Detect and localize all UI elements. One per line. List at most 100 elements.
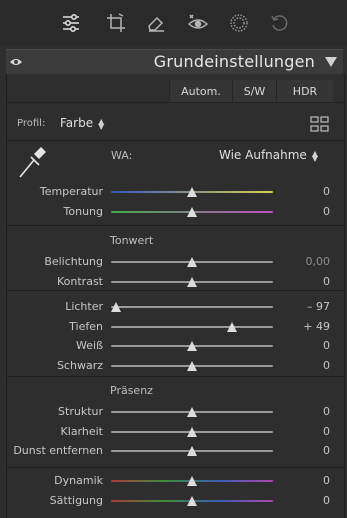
panel-title: Grundeinstellungen (153, 52, 315, 71)
slider-value[interactable]: 0 (270, 205, 330, 218)
slider-track-lichter[interactable] (110, 302, 273, 312)
slider-thumb[interactable] (187, 257, 197, 267)
highlights-shadows-section: Lichter – 97 Tiefen + 49 Weiß 0 Schwarz 0 (7, 291, 344, 377)
profile-row: Profil: Farbe ▲ ▼ (7, 106, 344, 141)
slider-row-temperatur: Temperatur 0 (7, 183, 344, 202)
slider-thumb[interactable] (187, 495, 197, 506)
slider-label: Temperatur (39, 185, 103, 198)
slider-row-klarheit: Klarheit 0 (7, 423, 344, 442)
saturation-section: Dynamik 0 Sättigung 0 (7, 468, 344, 518)
slider-thumb[interactable] (226, 321, 237, 332)
slider-row-tiefen: Tiefen + 49 (7, 318, 344, 337)
white-balance-section: WA: Wie Aufnahme ▲ ▼ Temperatur 0 Tonung 0 (7, 141, 344, 226)
slider-track-belichtung[interactable] (111, 257, 273, 267)
slider-value[interactable]: 0 (270, 185, 330, 198)
panel-body: Autom. S/W HDR Profil: Farbe ▲ ▼ WA: Wie A… (6, 74, 345, 518)
slider-value[interactable]: – 97 (270, 300, 330, 313)
slider-thumb[interactable] (187, 476, 197, 486)
slider-thumb[interactable] (187, 341, 197, 351)
slider-row-dynamik: Dynamik 0 (7, 472, 344, 491)
profile-value: Farbe (60, 116, 94, 130)
slider-label: Kontrast (57, 274, 103, 288)
mask-icon[interactable] (226, 10, 252, 36)
red-eye-icon[interactable] (185, 10, 211, 36)
slider-thumb[interactable] (187, 360, 197, 371)
slider-label: Sättigung (49, 493, 103, 507)
presence-heading: Präsenz (110, 384, 153, 397)
slider-track-dunst-entfernen[interactable] (111, 446, 273, 456)
updown-chevron-icon: ▲ ▼ (98, 116, 105, 131)
slider-value[interactable]: 0 (270, 444, 330, 457)
auto-button[interactable]: Autom. (169, 80, 232, 102)
slider-row-weiß: Weiß 0 (7, 337, 344, 356)
slider-track-dynamik[interactable] (111, 476, 273, 486)
profile-select[interactable]: Farbe ▲ ▼ (60, 116, 104, 130)
slider-row-lichter: Lichter – 97 (7, 298, 344, 317)
slider-track-tiefen[interactable] (111, 321, 273, 332)
profile-browser-grid-icon[interactable] (310, 116, 330, 132)
slider-row-dunst-entfernen: Dunst entfernen 0 (7, 442, 344, 461)
slider-thumb[interactable] (187, 426, 197, 437)
slider-thumb[interactable] (187, 187, 197, 197)
slider-track-struktur[interactable] (111, 407, 273, 417)
presence-section: Präsenz Struktur 0 Klarheit 0 Dunst entferne… (7, 377, 344, 468)
wb-preset-value: Wie Aufnahme (219, 148, 307, 162)
slider-row-belichtung: Belichtung 0,00 (7, 253, 344, 272)
slider-track-tonung[interactable] (111, 206, 273, 217)
basic-panel-header[interactable]: Grundeinstellungen (6, 49, 343, 74)
slider-value[interactable]: 0 (270, 474, 330, 487)
slider-value[interactable]: 0 (270, 339, 330, 352)
slider-label: Weiß (76, 339, 103, 352)
slider-label: Tonung (63, 204, 103, 218)
slider-label: Schwarz (56, 358, 103, 372)
visibility-eye-icon[interactable] (9, 56, 23, 68)
slider-value[interactable]: 0 (270, 494, 330, 507)
slider-thumb[interactable] (187, 206, 197, 217)
eraser-icon[interactable] (143, 10, 169, 36)
profile-label: Profil: (17, 118, 46, 129)
slider-row-sättigung: Sättigung 0 (7, 492, 344, 511)
slider-thumb[interactable] (187, 407, 197, 417)
tone-section: Tonwert Belichtung 0,00 Kontrast 0 (7, 226, 344, 291)
treatment-bar: Autom. S/W HDR (7, 78, 344, 103)
slider-thumb[interactable] (187, 446, 197, 456)
slider-value[interactable]: + 49 (270, 320, 330, 333)
slider-track-weiß[interactable] (111, 341, 273, 351)
slider-track-kontrast[interactable] (111, 276, 273, 287)
collapse-triangle-icon[interactable] (325, 57, 337, 67)
tone-heading: Tonwert (110, 234, 154, 247)
slider-track-schwarz[interactable] (111, 360, 273, 371)
crop-icon[interactable] (103, 10, 129, 36)
slider-thumb[interactable] (187, 276, 197, 287)
slider-thumb[interactable] (110, 302, 121, 312)
slider-track-temperatur[interactable] (111, 187, 273, 197)
slider-row-schwarz: Schwarz 0 (7, 357, 344, 376)
slider-value[interactable]: 0 (270, 425, 330, 438)
tool-strip (0, 0, 347, 46)
slider-row-kontrast: Kontrast 0 (7, 273, 344, 292)
slider-row-tonung: Tonung 0 (7, 203, 344, 222)
slider-value[interactable]: 0 (270, 405, 330, 418)
slider-label: Struktur (58, 405, 103, 418)
slider-value[interactable]: 0,00 (270, 255, 331, 268)
slider-label: Dynamik (54, 474, 103, 487)
slider-value[interactable]: 0 (270, 275, 330, 288)
slider-label: Klarheit (60, 424, 103, 438)
sliders-icon[interactable] (58, 10, 84, 36)
wb-preset-select[interactable]: Wie Aufnahme ▲ ▼ (219, 148, 318, 162)
slider-row-struktur: Struktur 0 (7, 403, 344, 422)
slider-label: Dunst entfernen (13, 444, 103, 457)
develop-panel: Grundeinstellungen Autom. S/W HDR Profil… (0, 0, 347, 518)
slider-label: Tiefen (69, 319, 103, 333)
bw-button[interactable]: S/W (232, 80, 276, 102)
wb-label: WA: (111, 149, 133, 162)
slider-label: Belichtung (44, 255, 103, 268)
slider-track-sättigung[interactable] (111, 495, 273, 506)
slider-label: Lichter (65, 300, 103, 313)
updown-chevron-icon: ▲ ▼ (311, 148, 318, 163)
slider-track-klarheit[interactable] (111, 426, 273, 437)
eyedropper-icon[interactable] (17, 145, 47, 179)
slider-value[interactable]: 0 (270, 359, 330, 372)
hdr-button[interactable]: HDR (276, 80, 333, 102)
history-icon[interactable] (267, 10, 293, 36)
